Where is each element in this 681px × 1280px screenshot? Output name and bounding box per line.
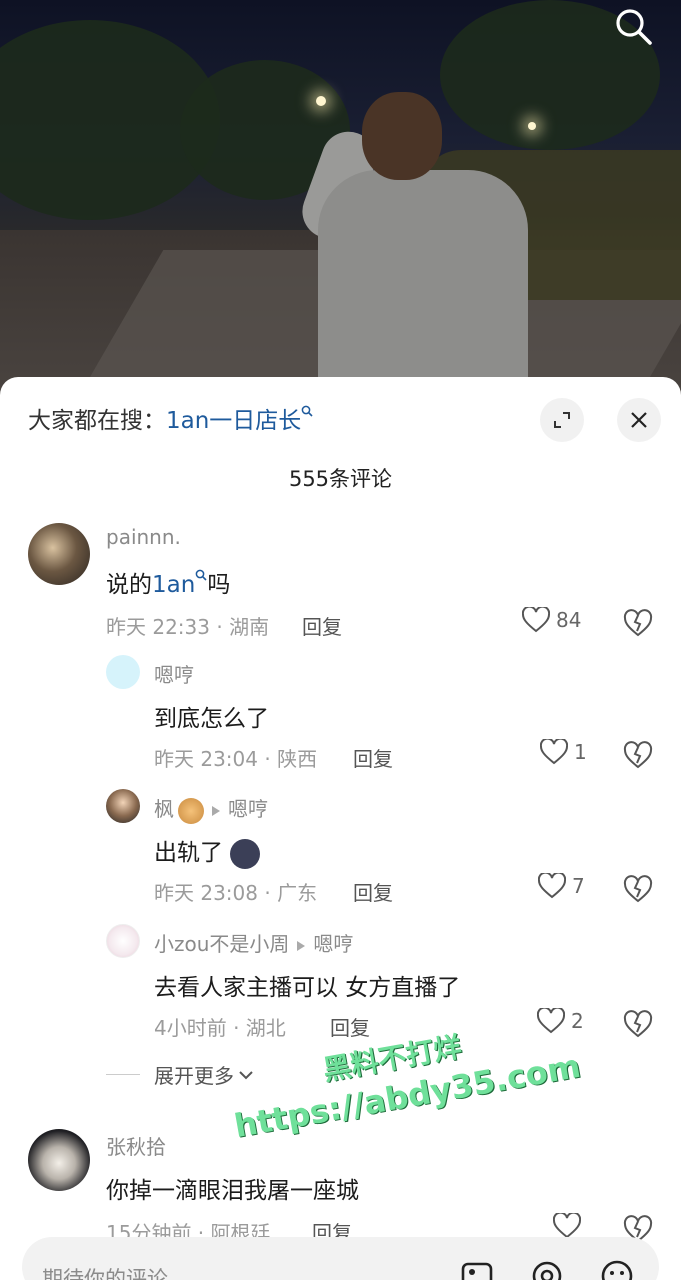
like-button[interactable]: 84: [522, 607, 581, 633]
comment-meta: 昨天 23:04 · 陕西: [154, 747, 318, 771]
expand-more-replies[interactable]: 展开更多: [106, 1060, 254, 1089]
reply-arrow-icon: [212, 805, 220, 816]
broken-heart-icon[interactable]: [623, 741, 653, 769]
comment-meta: 昨天 23:08 · 广东: [154, 881, 318, 905]
reply-to-username[interactable]: 嗯哼: [313, 932, 353, 956]
avatar[interactable]: [28, 1129, 90, 1191]
comment-text-part: 出轨了: [154, 840, 223, 866]
comment-text-part: 吗: [207, 572, 231, 598]
heart-icon: [540, 739, 568, 765]
comment-sheet: 大家都在搜：1an一日店长 555条评论 painnn. 说的1an 吗 昨天 2…: [0, 377, 681, 1280]
broken-heart-icon[interactable]: [623, 609, 653, 637]
video-lamp: [528, 122, 536, 130]
comment-input-placeholder[interactable]: 期待你的评论: [42, 1263, 168, 1280]
comment-meta: 4小时前 · 湖北: [154, 1016, 286, 1040]
like-count: 2: [571, 1009, 584, 1033]
broken-heart-icon[interactable]: [623, 1010, 653, 1038]
comment-username[interactable]: 嗯哼: [154, 659, 194, 688]
search-icon[interactable]: [613, 6, 655, 48]
image-icon[interactable]: [460, 1259, 494, 1280]
expand-sheet-button[interactable]: [540, 398, 584, 442]
search-small-icon: [301, 405, 313, 417]
video-person-body: [318, 170, 528, 400]
comment-text: 出轨了: [154, 833, 261, 869]
heart-icon: [538, 873, 566, 899]
like-button[interactable]: 7: [538, 873, 585, 899]
comment-username[interactable]: 枫: [154, 797, 174, 821]
reply-button[interactable]: 回复: [353, 743, 393, 772]
like-button[interactable]: 2: [537, 1008, 584, 1034]
avatar[interactable]: [106, 789, 140, 823]
like-button[interactable]: 1: [540, 739, 587, 765]
comment-username-line: 枫 嗯哼: [154, 793, 268, 824]
emoji-icon[interactable]: [600, 1259, 634, 1280]
comment-meta: 昨天 22:33 · 湖南: [106, 615, 270, 639]
chevron-down-icon: [239, 1070, 253, 1079]
like-count: 1: [574, 740, 587, 764]
reply-button[interactable]: 回复: [353, 877, 393, 906]
pancake-emoji-icon: [178, 797, 204, 824]
close-button[interactable]: [617, 398, 661, 442]
video-person-head: [362, 92, 442, 180]
divider: [106, 1074, 140, 1075]
comment-count-title: 555条评论: [288, 467, 393, 491]
at-mention-icon[interactable]: [530, 1259, 564, 1280]
reply-button[interactable]: 回复: [302, 611, 342, 640]
comment-text: 去看人家主播可以 女方直播了: [154, 975, 461, 1001]
heart-icon[interactable]: [553, 1213, 581, 1239]
trending-search-prefix: 大家都在搜：: [28, 408, 166, 434]
close-icon: [631, 412, 647, 428]
video-lamp: [316, 96, 326, 106]
avatar[interactable]: [28, 523, 90, 585]
expand-more-label: 展开更多: [154, 1064, 234, 1088]
avatar[interactable]: [106, 924, 140, 958]
comment-text: 说的1an 吗: [106, 565, 230, 599]
broken-heart-icon[interactable]: [623, 875, 653, 903]
pig-emoji-icon: [230, 838, 261, 869]
reply-button[interactable]: 回复: [330, 1012, 370, 1041]
like-count: 7: [572, 874, 585, 898]
comment-username[interactable]: 小zou不是小周: [154, 932, 289, 956]
trending-search[interactable]: 大家都在搜：1an一日店长: [28, 401, 313, 435]
reply-arrow-icon: [297, 940, 306, 951]
comment-text: 到底怎么了: [154, 706, 269, 732]
comment-text-part: 说的: [106, 572, 152, 598]
search-small-icon: [195, 569, 207, 581]
video-player[interactable]: [0, 0, 681, 400]
comment-username[interactable]: 张秋拾: [106, 1131, 166, 1160]
expand-icon: [554, 412, 570, 428]
comment-link[interactable]: 1an: [152, 572, 195, 598]
heart-icon: [537, 1008, 565, 1034]
comment-input-bar[interactable]: 期待你的评论: [22, 1237, 659, 1280]
like-count: 84: [556, 608, 582, 632]
comment-username-line: 小zou不是小周 嗯哼: [154, 928, 353, 957]
reply-to-username[interactable]: 嗯哼: [228, 797, 268, 821]
avatar[interactable]: [106, 655, 140, 689]
trending-search-keyword[interactable]: 1an一日店长: [166, 408, 301, 434]
comment-username[interactable]: painnn.: [106, 525, 181, 549]
heart-icon: [522, 607, 550, 633]
comment-text: 你掉一滴眼泪我屠一座城: [106, 1178, 359, 1204]
